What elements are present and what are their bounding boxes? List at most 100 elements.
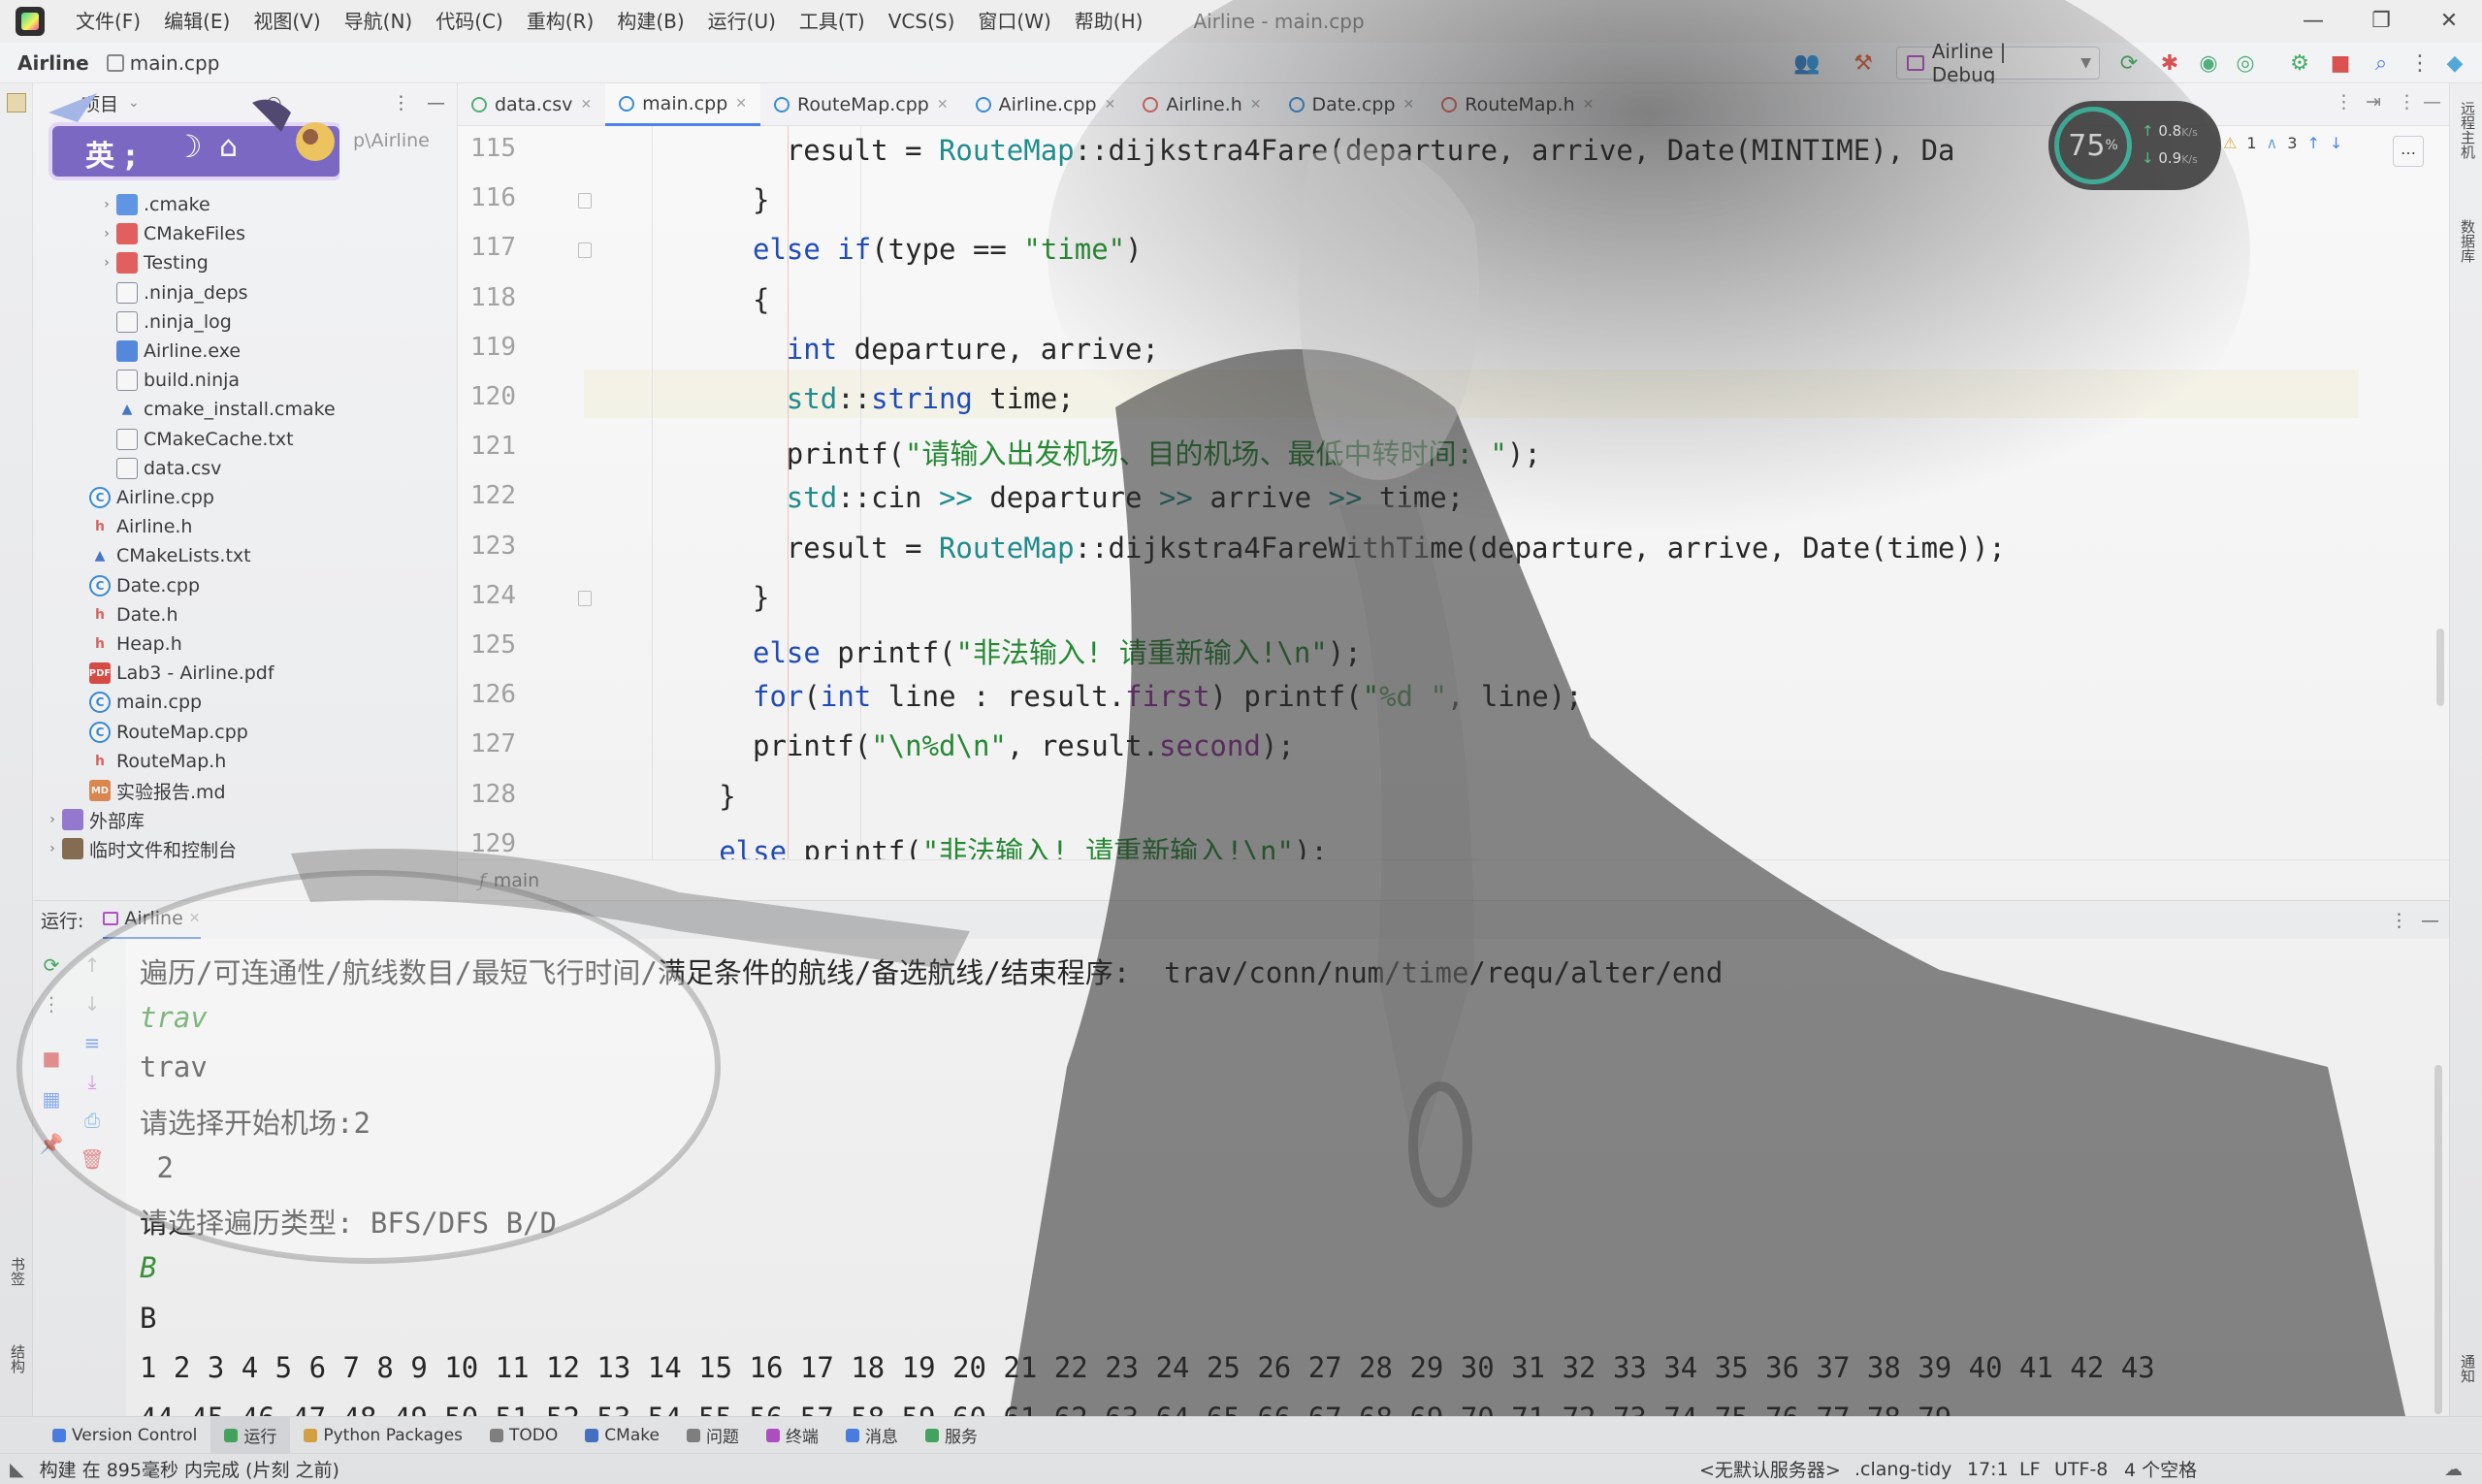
scroll-up-icon[interactable]: ↑ — [78, 951, 107, 980]
chevron-right-icon[interactable]: › — [43, 812, 62, 827]
status-line-separator[interactable]: LF — [2019, 1459, 2041, 1480]
rerun-icon[interactable]: ⟳ — [37, 951, 66, 980]
notifications-label[interactable]: 通知 — [2458, 1354, 2478, 1383]
close-icon[interactable]: ✕ — [937, 97, 949, 113]
options-icon[interactable]: ⋮ — [392, 92, 410, 113]
next-highlight-icon[interactable]: ↓ — [2330, 134, 2342, 152]
close-icon[interactable]: ✕ — [1403, 97, 1415, 113]
bookmarks-label[interactable]: 书签 — [8, 1257, 28, 1286]
database-label[interactable]: 数据库 — [2458, 219, 2478, 263]
tree-item[interactable]: MD 实验报告.md — [70, 776, 226, 805]
tree-item[interactable]: Cmain.cpp — [70, 688, 202, 717]
breadcrumb[interactable]: ƒ main — [458, 859, 2449, 900]
editor-tab[interactable]: Date.cpp ✕ — [1275, 83, 1429, 126]
status-indent[interactable]: 4 个空格 — [2124, 1456, 2197, 1482]
menu-item[interactable]: 编辑(E) — [152, 0, 242, 43]
maximize-button[interactable]: ❐ — [2347, 0, 2415, 43]
rerun-icon[interactable]: ⟳ — [2114, 48, 2144, 78]
scroll-to-end-icon[interactable]: ⤓ — [78, 1067, 107, 1096]
tree-item[interactable]: PDF Lab3 - Airline.pdf — [70, 659, 274, 688]
jetbrains-ai-icon[interactable]: ◆ — [2440, 48, 2469, 78]
menu-item[interactable]: 构建(B) — [605, 0, 695, 43]
editor-tab[interactable]: RouteMap.cpp ✕ — [760, 83, 962, 126]
close-icon[interactable]: ✕ — [1250, 97, 1262, 113]
console-scrollbar-thumb[interactable] — [2434, 1065, 2442, 1414]
fold-marker-icon[interactable] — [578, 590, 592, 606]
status-message[interactable]: 构建 在 895毫秒 内完成 (片刻 之前) — [40, 1456, 339, 1482]
close-icon[interactable]: ✕ — [580, 97, 592, 113]
tab-minimize-icon[interactable]: — — [2423, 91, 2441, 113]
menu-item[interactable]: 重构(R) — [515, 0, 606, 43]
menu-item[interactable]: 窗口(W) — [966, 0, 1062, 43]
close-icon[interactable]: ✕ — [735, 96, 747, 112]
close-icon[interactable]: ✕ — [1105, 97, 1116, 113]
tree-item[interactable]: CMakeCache.txt — [97, 425, 294, 454]
scroll-down-icon[interactable]: ↓ — [78, 989, 107, 1018]
tree-item[interactable]: h RouteMap.h — [70, 747, 226, 776]
toolwindow-terminal[interactable]: 终端 — [753, 1417, 832, 1454]
chevron-right-icon[interactable]: › — [43, 841, 62, 856]
nav-file[interactable]: main.cpp — [106, 51, 219, 75]
toolwindow-run[interactable]: 运行 — [210, 1416, 291, 1454]
tree-item[interactable]: C Airline.cpp — [70, 483, 214, 512]
tree-item[interactable]: ▲ cmake_install.cmake — [97, 395, 336, 424]
close-icon[interactable]: ✕ — [1583, 97, 1595, 113]
menu-item[interactable]: 运行(U) — [696, 0, 788, 43]
toolwindow-cmake[interactable]: CMake — [571, 1417, 673, 1454]
structure-label[interactable]: 结构 — [8, 1344, 28, 1373]
toolwindow-python-packages[interactable]: Python Packages — [290, 1417, 476, 1454]
tree-item[interactable]: › CMakeFiles — [97, 219, 245, 248]
tree-item[interactable]: .ninja_deps — [97, 278, 248, 307]
menu-item[interactable]: 代码(C) — [424, 0, 515, 43]
vertical-scrollbar-thumb[interactable] — [2436, 629, 2444, 706]
status-linter[interactable]: .clang-tidy — [1854, 1459, 1951, 1480]
toolwindow-services[interactable]: 服务 — [912, 1417, 991, 1454]
editor-tab[interactable]: RouteMap.h ✕ — [1428, 83, 1607, 126]
print-icon[interactable]: ⎙ — [78, 1106, 107, 1135]
chevron-right-icon[interactable]: › — [97, 255, 116, 271]
tree-item[interactable]: .ninja_log — [97, 307, 232, 337]
tree-item[interactable]: h Date.h — [70, 600, 177, 629]
tab-more-icon[interactable]: ⋮ — [2398, 91, 2416, 113]
close-icon[interactable]: ✕ — [189, 911, 201, 926]
toolwindow-version-control[interactable]: Version Control — [39, 1417, 210, 1454]
tree-item[interactable]: h Heap.h — [70, 629, 182, 659]
code-editor[interactable]: 115 116 117 118 119 120 121 122 123 124 125 126 127 1… — [458, 126, 2449, 859]
coverage-icon[interactable]: ◉ — [2194, 48, 2223, 78]
stop-icon[interactable]: ■ — [37, 1044, 66, 1073]
fold-marker-icon[interactable] — [578, 193, 592, 210]
tree-item[interactable]: › 外部库 — [43, 805, 145, 834]
editor-tab[interactable]: data.csv ✕ — [458, 83, 605, 126]
tree-item[interactable]: ▲ CMakeLists.txt — [70, 541, 251, 570]
status-encoding[interactable]: UTF-8 — [2054, 1459, 2108, 1480]
notifications-icon[interactable]: ☁ — [2444, 1459, 2463, 1480]
more-icon[interactable]: ⋮ — [37, 989, 66, 1018]
run-options-icon[interactable]: ⋮ — [2390, 910, 2408, 931]
menu-item[interactable]: 帮助(H) — [1063, 0, 1155, 43]
status-server[interactable]: <无默认服务器> — [1699, 1456, 1841, 1482]
tree-item[interactable]: › 临时文件和控制台 — [43, 834, 237, 863]
run-hide-icon[interactable]: — — [2421, 910, 2439, 931]
ellipsis-button[interactable]: … — [2393, 136, 2424, 167]
pin-icon[interactable]: 📌 — [37, 1129, 66, 1158]
tree-item[interactable]: build.ninja — [97, 366, 240, 395]
search-everywhere-icon[interactable]: ⌕ — [2367, 48, 2396, 78]
hide-panel-icon[interactable]: — — [427, 92, 445, 113]
run-console[interactable]: 遍历/可连通性/航线数目/最短飞行时间/满足条件的航线/备选航线/结束程序: t… — [126, 939, 2449, 1416]
attach-icon[interactable]: ⚙ — [2285, 48, 2314, 78]
profile-icon[interactable]: ◎ — [2231, 48, 2260, 78]
debug-bug-icon[interactable]: ✱ — [2155, 48, 2184, 78]
editor-tab[interactable]: main.cpp ✕ — [605, 83, 760, 126]
editor-tab[interactable]: Airline.cpp ✕ — [962, 83, 1130, 126]
minimize-button[interactable]: — — [2279, 0, 2347, 43]
menu-item[interactable]: 文件(F) — [64, 0, 152, 43]
tree-item[interactable]: h Airline.h — [70, 512, 192, 541]
menu-item[interactable]: 工具(T) — [788, 0, 877, 43]
status-position[interactable]: 17:1 — [1967, 1459, 2009, 1480]
toolwindow-todo[interactable]: TODO — [476, 1417, 571, 1454]
run-tab[interactable]: Airline ✕ — [103, 901, 201, 940]
fold-marker-icon[interactable] — [578, 242, 592, 259]
users-icon[interactable]: 👥 — [1792, 48, 1821, 78]
project-tool-icon[interactable] — [7, 93, 26, 113]
tree-item[interactable]: data.csv — [97, 454, 221, 483]
